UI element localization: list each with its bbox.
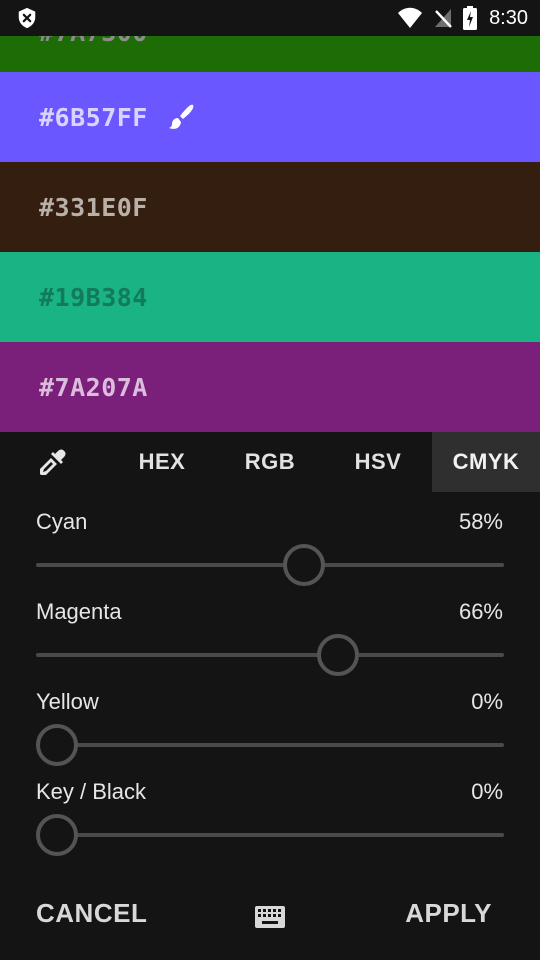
color-swatch[interactable]: #331E0F (0, 162, 540, 252)
no-signal-icon (435, 9, 452, 28)
slider-track[interactable] (36, 563, 504, 567)
swatch-hex-label: #7A7300 (0, 36, 148, 47)
swatch-hex-label: #19B384 (39, 282, 148, 312)
swatch-hex-label: #331E0F (39, 192, 148, 222)
slider-thumb[interactable] (283, 544, 325, 586)
slider-thumb[interactable] (36, 814, 78, 856)
slider-label: Key / Black (36, 779, 147, 804)
apply-button[interactable]: APPLY (405, 898, 492, 929)
slider-track[interactable] (36, 743, 504, 747)
status-time: 8:30 (489, 6, 528, 29)
tab-hsv[interactable]: HSV (324, 432, 432, 492)
color-swatch[interactable]: #19B384 (0, 252, 540, 342)
swatch-hex-label: #6B57FF (39, 102, 148, 132)
wifi-icon (398, 7, 423, 28)
cancel-button[interactable]: CANCEL (36, 898, 147, 929)
tab-cmyk[interactable]: CMYK (432, 432, 540, 492)
slider-thumb[interactable] (317, 634, 359, 676)
slider-value: 0% (471, 689, 503, 714)
color-swatch[interactable]: #7A207A (0, 342, 540, 432)
tab-hex[interactable]: HEX (108, 432, 216, 492)
shield-x-icon (18, 7, 36, 29)
battery-charging-icon (463, 6, 478, 30)
slider-track[interactable] (36, 653, 504, 657)
slider-label: Magenta (36, 599, 122, 624)
swatch-hex-label: #7A207A (39, 372, 148, 402)
slider-track[interactable] (36, 833, 504, 837)
slider-label: Yellow (36, 689, 99, 714)
slider-thumb[interactable] (36, 724, 78, 766)
status-bar: 8:30 (0, 0, 540, 36)
color-swatch-partial[interactable]: #7A7300 (0, 36, 540, 72)
slider-value: 58% (458, 509, 503, 534)
color-swatch-selected[interactable]: #6B57FF (0, 72, 540, 162)
slider-value: 0% (471, 779, 503, 804)
tab-rgb[interactable]: RGB (216, 432, 324, 492)
slider-value: 66% (458, 599, 503, 624)
paintbrush-icon (168, 104, 194, 129)
keyboard-icon[interactable] (255, 906, 285, 928)
eyedropper-icon[interactable] (36, 447, 68, 479)
slider-label: Cyan (36, 509, 88, 534)
